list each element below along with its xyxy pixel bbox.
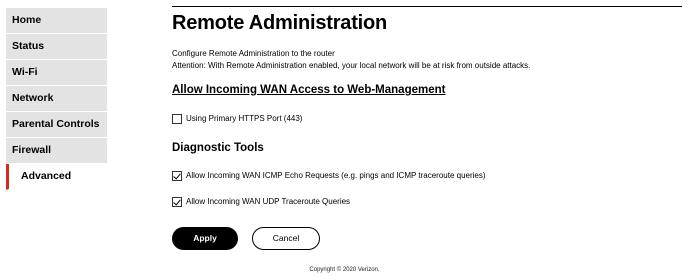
sidebar-item-firewall[interactable]: Firewall	[6, 138, 107, 164]
icmp-echo-option: Allow Incoming WAN ICMP Echo Requests (e…	[172, 170, 486, 182]
udp-traceroute-checkbox[interactable]	[172, 197, 182, 207]
cancel-button[interactable]: Cancel	[252, 227, 320, 250]
apply-button[interactable]: Apply	[172, 227, 238, 250]
copyright-footer: Copyright © 2020 Verizon.	[309, 267, 380, 273]
sidebar-item-wifi[interactable]: Wi-Fi	[6, 60, 107, 86]
https-port-checkbox[interactable]	[172, 114, 182, 124]
wan-access-heading-link[interactable]: Allow Incoming WAN Access to Web-Managem…	[172, 84, 445, 96]
sidebar-item-parental-controls[interactable]: Parental Controls	[6, 112, 107, 138]
udp-traceroute-label: Allow Incoming WAN UDP Traceroute Querie…	[186, 197, 351, 206]
https-port-label: Using Primary HTTPS Port (443)	[186, 114, 303, 123]
https-port-option: Using Primary HTTPS Port (443)	[172, 113, 302, 125]
sidebar-item-advanced[interactable]: Advanced	[6, 164, 107, 190]
sidebar-nav: Home Status Wi-Fi Network Parental Contr…	[6, 8, 107, 190]
diagnostic-tools-heading: Diagnostic Tools	[172, 142, 264, 154]
icmp-echo-label: Allow Incoming WAN ICMP Echo Requests (e…	[186, 171, 486, 180]
sidebar-item-home[interactable]: Home	[6, 8, 107, 34]
udp-traceroute-option: Allow Incoming WAN UDP Traceroute Querie…	[172, 196, 350, 208]
sidebar-item-status[interactable]: Status	[6, 34, 107, 60]
page-description: Configure Remote Administration to the r…	[172, 49, 335, 58]
icmp-echo-checkbox[interactable]	[172, 171, 182, 181]
sidebar-item-network[interactable]: Network	[6, 86, 107, 112]
attention-note: Attention: With Remote Administration en…	[172, 61, 531, 70]
title-divider	[172, 6, 682, 7]
page-title: Remote Administration	[172, 12, 388, 34]
